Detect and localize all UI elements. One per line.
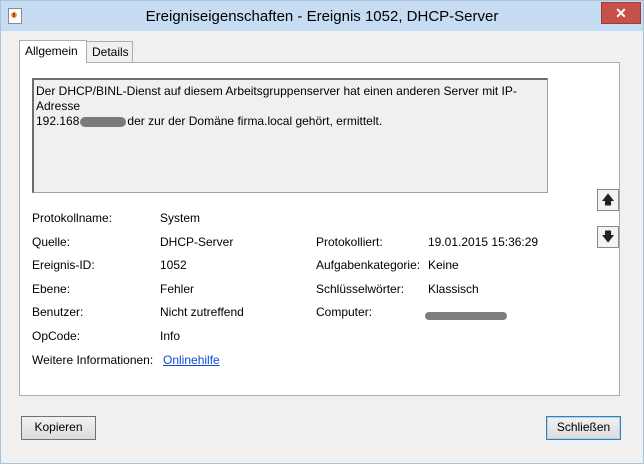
label-schluesselwoerter: Schlüsselwörter: [316, 282, 405, 296]
close-button[interactable]: Schließen [546, 416, 621, 440]
label-weitere-informationen: Weitere Informationen: [32, 353, 154, 367]
label-protokollname: Protokollname: [32, 211, 113, 225]
next-event-button[interactable]: 🡇 [597, 226, 619, 248]
event-properties-window: Ereigniseigenschaften - Ereignis 1052, D… [0, 0, 644, 464]
label-computer: Computer: [316, 305, 373, 319]
title-bar: Ereigniseigenschaften - Ereignis 1052, D… [1, 1, 643, 31]
label-opcode: OpCode: [32, 329, 81, 343]
redacted-computer-name [425, 312, 507, 320]
description-line-2-text: der zur der Domäne firma.local gehört, e… [127, 114, 383, 128]
description-line-2: 192.168 der zur der Domäne firma.local ge… [36, 114, 544, 129]
value-protokolliert: 19.01.2015 15:36:29 [428, 235, 539, 249]
label-quelle: Quelle: [32, 235, 71, 249]
value-quelle: DHCP-Server [160, 235, 234, 249]
label-benutzer: Benutzer: [32, 305, 84, 319]
previous-event-button[interactable]: 🡅 [597, 189, 619, 211]
ip-prefix: 192.168 [36, 114, 80, 128]
label-ereignis-id: Ereignis-ID: [32, 258, 95, 272]
value-opcode: Info [160, 329, 181, 343]
arrow-down-icon: 🡇 [601, 229, 615, 244]
description-box[interactable]: Der DHCP/BINL-Dienst auf diesem Arbeitsg… [32, 78, 548, 193]
label-protokolliert: Protokolliert: [316, 235, 383, 249]
window-title: Ereigniseigenschaften - Ereignis 1052, D… [145, 8, 499, 25]
value-protokollname: System [160, 211, 201, 225]
value-ereignis-id: 1052 [160, 258, 187, 272]
description-text: Der DHCP/BINL-Dienst auf diesem Arbeitsg… [36, 84, 544, 129]
arrow-up-icon: 🡅 [601, 192, 615, 207]
tab-allgemein[interactable]: Allgemein [19, 40, 87, 63]
general-panel: Der DHCP/BINL-Dienst auf diesem Arbeitsg… [19, 62, 620, 396]
description-line-1: Der DHCP/BINL-Dienst auf diesem Arbeitsg… [36, 84, 517, 113]
label-ebene: Ebene: [32, 282, 71, 296]
value-aufgabenkategorie: Keine [428, 258, 459, 272]
copy-button[interactable]: Kopieren [21, 416, 96, 440]
value-ebene: Fehler [160, 282, 195, 296]
redacted-ip [80, 116, 127, 127]
tab-details[interactable]: Details [86, 41, 133, 63]
value-benutzer: Nicht zutreffend [160, 305, 244, 319]
close-window-button[interactable]: ✕ [601, 2, 641, 24]
value-schluesselwoerter: Klassisch [428, 282, 479, 296]
label-aufgabenkategorie: Aufgabenkategorie: [316, 258, 421, 272]
onlinehilfe-link[interactable]: Onlinehilfe [163, 353, 220, 367]
